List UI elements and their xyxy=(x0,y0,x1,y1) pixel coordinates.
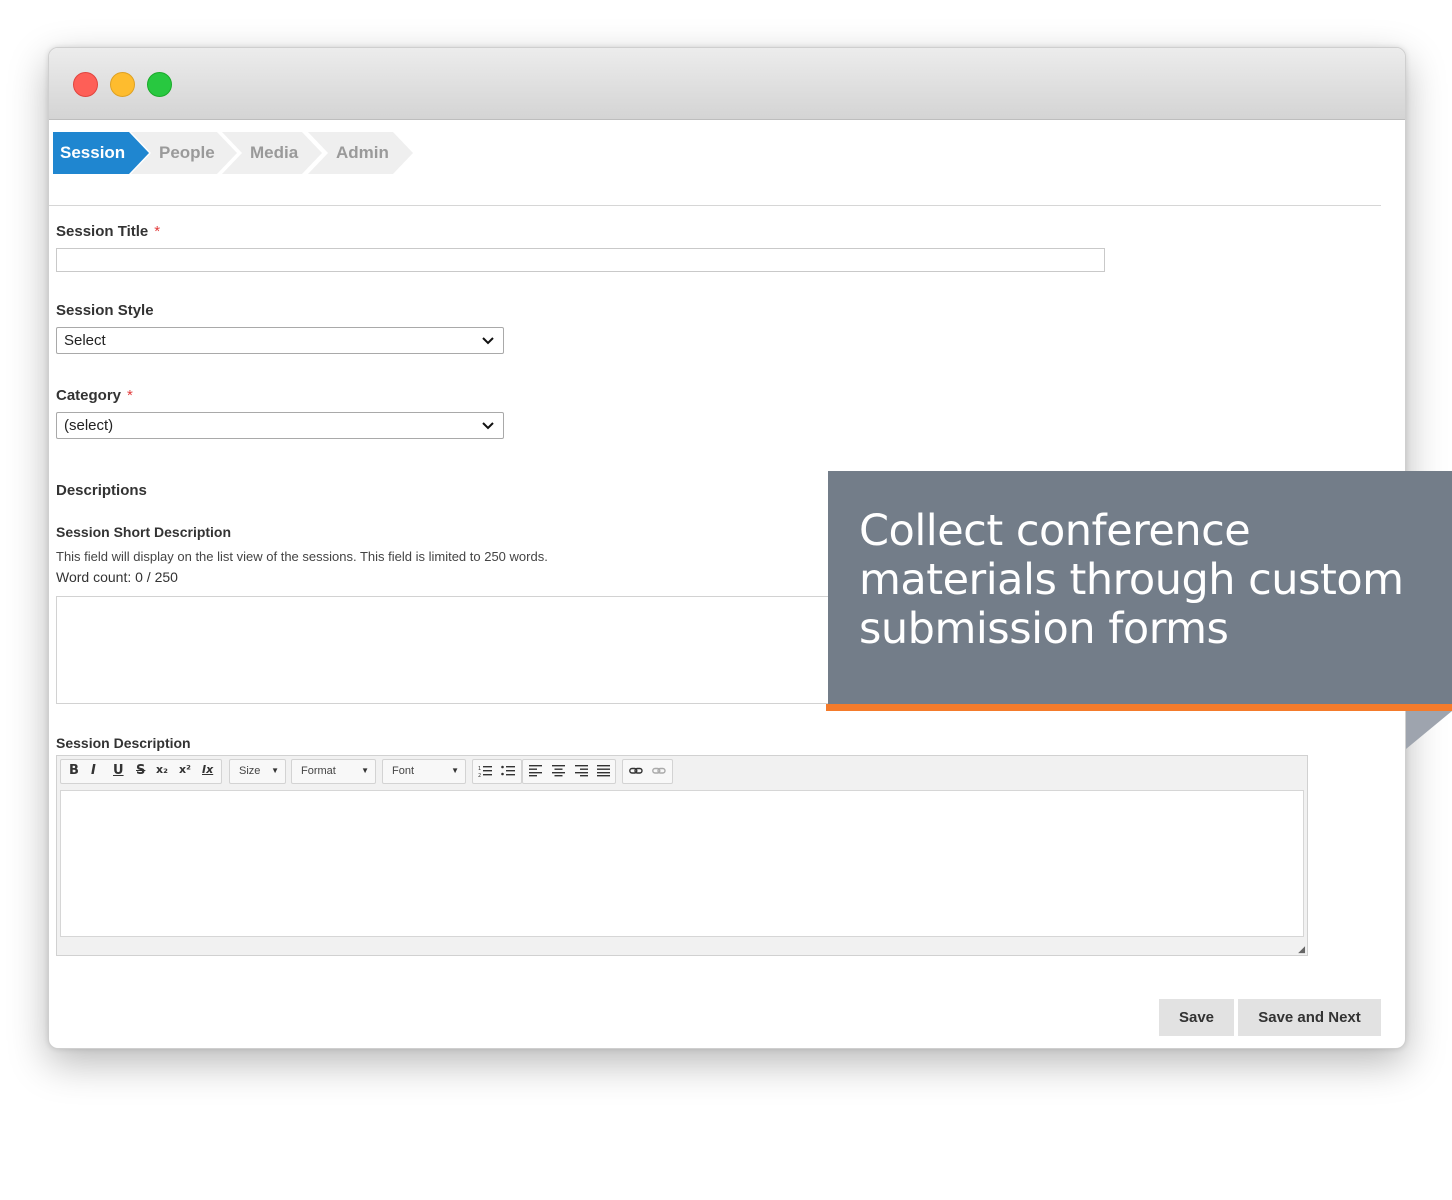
link-icon[interactable] xyxy=(629,765,643,781)
link-group xyxy=(622,759,673,784)
required-mark: * xyxy=(154,223,161,240)
dropdown-arrow-icon: ▼ xyxy=(451,766,459,775)
bulleted-list-icon[interactable] xyxy=(501,764,515,782)
dropdown-arrow-icon: ▼ xyxy=(361,766,369,775)
bold-button[interactable]: B xyxy=(69,763,79,778)
window-titlebar xyxy=(49,48,1405,120)
save-button[interactable]: Save xyxy=(1159,999,1234,1036)
numbered-list-icon[interactable]: 12 xyxy=(478,764,492,782)
svg-text:2: 2 xyxy=(478,773,481,778)
unlink-icon[interactable] xyxy=(652,765,666,781)
font-combo[interactable]: Font ▼ xyxy=(382,759,466,784)
align-center-icon[interactable] xyxy=(552,764,565,781)
callout-banner: Collect conference materials through cus… xyxy=(828,471,1452,705)
divider xyxy=(49,205,1381,206)
short-description-help: This field will display on the list view… xyxy=(56,549,548,564)
format-combo-label: Format xyxy=(301,765,336,777)
session-style-value: Select xyxy=(64,332,106,349)
align-right-icon[interactable] xyxy=(575,764,588,781)
session-title-input[interactable] xyxy=(56,248,1105,272)
step-session[interactable]: Session xyxy=(53,132,149,174)
session-style-label: Session Style xyxy=(56,302,154,319)
remove-format-button[interactable]: Ix xyxy=(202,763,213,776)
save-and-next-button[interactable]: Save and Next xyxy=(1238,999,1381,1036)
callout-text: Collect conference materials through cus… xyxy=(859,506,1404,654)
category-label: Category * xyxy=(56,387,133,404)
align-left-icon[interactable] xyxy=(529,764,542,781)
subscript-button[interactable]: x₂ xyxy=(156,763,168,776)
chevron-down-icon xyxy=(481,413,495,446)
close-window-button[interactable] xyxy=(73,72,98,97)
alignment-group xyxy=(522,759,616,784)
category-value: (select) xyxy=(64,417,114,434)
dropdown-arrow-icon: ▼ xyxy=(271,766,279,775)
underline-button[interactable]: U xyxy=(113,763,124,778)
category-select[interactable]: (select) xyxy=(56,412,504,439)
minimize-window-button[interactable] xyxy=(110,72,135,97)
maximize-window-button[interactable] xyxy=(147,72,172,97)
word-count: Word count: 0 / 250 xyxy=(56,569,178,585)
superscript-button[interactable]: x² xyxy=(179,763,191,776)
descriptions-heading: Descriptions xyxy=(56,482,147,499)
svg-text:1: 1 xyxy=(478,766,481,772)
session-style-select[interactable]: Select xyxy=(56,327,504,354)
rich-text-editor: B I U S x₂ x² Ix Size ▼ Format ▼ Font ▼ … xyxy=(56,755,1308,956)
italic-button[interactable]: I xyxy=(91,763,96,778)
list-group: 12 xyxy=(472,759,522,784)
size-combo[interactable]: Size ▼ xyxy=(229,759,286,784)
callout-fold xyxy=(1406,711,1452,749)
session-title-label: Session Title * xyxy=(56,223,161,240)
step-media[interactable]: Media xyxy=(222,132,322,174)
callout-accent-bar xyxy=(826,704,1452,711)
chevron-down-icon xyxy=(481,328,495,361)
justify-icon[interactable] xyxy=(597,764,610,781)
resize-handle-icon[interactable]: ◢ xyxy=(1298,944,1305,955)
text-style-group: B I U S x₂ x² Ix xyxy=(60,759,222,784)
font-combo-label: Font xyxy=(392,765,415,777)
short-description-label: Session Short Description xyxy=(56,524,232,540)
description-edit-area[interactable] xyxy=(60,790,1304,937)
format-combo[interactable]: Format ▼ xyxy=(291,759,376,784)
step-admin[interactable]: Admin xyxy=(308,132,413,174)
size-combo-label: Size xyxy=(239,765,261,777)
session-description-label: Session Description xyxy=(56,735,191,751)
strikethrough-button[interactable]: S xyxy=(136,763,145,778)
required-mark: * xyxy=(127,387,133,404)
